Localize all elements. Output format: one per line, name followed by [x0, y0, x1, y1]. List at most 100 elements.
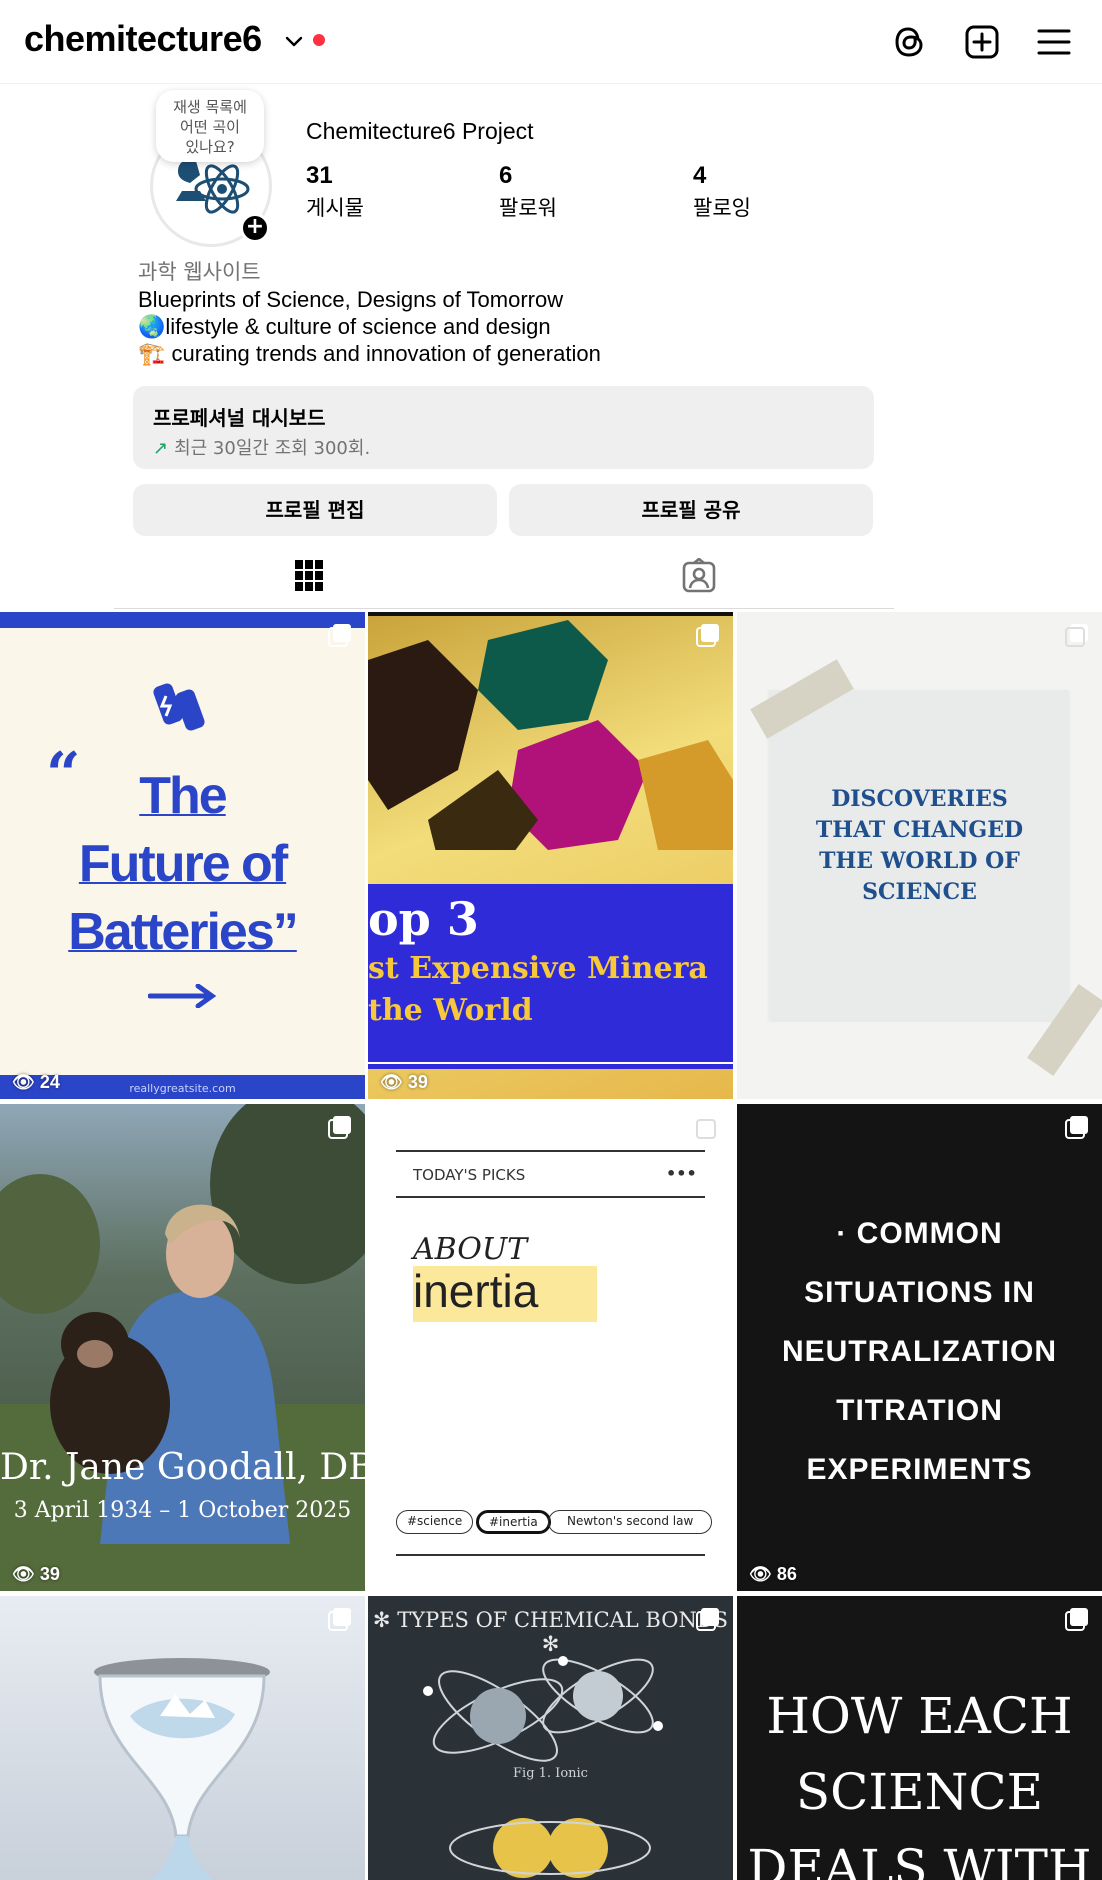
headline-line: THAT CHANGED	[815, 817, 1024, 843]
headline-line: TITRATION	[836, 1394, 1003, 1427]
post-headline: Dr. Jane Goodall, DBE	[0, 1447, 365, 1488]
tile-border-top	[0, 612, 365, 628]
bio-line: Blueprints of Science, Designs of Tomorr…	[138, 287, 564, 312]
bio-line: 🌏lifestyle & culture of science and desi…	[138, 314, 551, 339]
note-bubble[interactable]: 재생 목록에 어떤 곡이 있나요?	[156, 90, 264, 162]
headline-line: st Expensive Minera	[368, 951, 708, 986]
tag-chip: #inertia	[476, 1510, 551, 1534]
post-headline: HOW EACH SCIENCE DEALS WITH	[737, 1678, 1102, 1880]
stat-following-label: 팔로잉	[693, 196, 751, 220]
post-tile[interactable]: Dr. Jane Goodall, DBE 3 April 1934 – 1 O…	[0, 1104, 365, 1591]
divider	[368, 1062, 733, 1064]
post-tile[interactable]: TODAY'S PICKS ••• ABOUT inertia #science…	[368, 1104, 733, 1591]
multi-post-icon	[696, 1608, 719, 1631]
headline-line: THE WORLD OF	[819, 848, 1020, 874]
divider	[396, 1196, 705, 1198]
grid-icon[interactable]	[287, 554, 331, 598]
view-count-value: 86	[776, 1564, 797, 1584]
post-tile[interactable]: · COMMON SITUATIONS IN NEUTRALIZATION TI…	[737, 1104, 1102, 1591]
edit-profile-button[interactable]: 프로필 편집	[133, 484, 497, 536]
view-count-value: 24	[39, 1072, 60, 1092]
tag-chip: #science	[396, 1510, 474, 1534]
stat-posts[interactable]: 31 게시물	[306, 162, 364, 222]
post-subtitle: 3 April 1934 – 1 October 2025	[13, 1498, 352, 1523]
stat-following-value: 4	[693, 162, 707, 189]
divider	[396, 1150, 705, 1152]
profile-bio: Blueprints of Science, Designs of Tomorr…	[138, 286, 601, 367]
posts-grid: “ The Future of Batteries” reallygreatsi…	[0, 612, 1102, 1880]
post-tile[interactable]: “ The Future of Batteries” reallygreatsi…	[0, 612, 365, 1099]
post-tile[interactable]	[0, 1596, 365, 1880]
headline-line: the World	[368, 993, 533, 1028]
threads-icon[interactable]	[888, 20, 932, 64]
tag-chip: Newton's second law	[548, 1510, 713, 1534]
multi-post-icon	[328, 1608, 351, 1631]
professional-dashboard[interactable]: 프로페셔널 대시보드 ↗ 최근 30일간 조회 300회.	[133, 386, 874, 469]
view-count-value: 39	[407, 1072, 428, 1092]
chevron-down-icon[interactable]	[283, 30, 305, 52]
profile-display-name: Chemitecture6 Project	[306, 118, 534, 144]
stat-followers-label: 팔로워	[499, 196, 557, 220]
multi-post-icon	[328, 1116, 351, 1139]
headline-line: · COMMON	[836, 1217, 1003, 1250]
profile-tabs	[114, 548, 894, 609]
hourglass-image	[94, 1658, 270, 1880]
post-headline: · COMMON SITUATIONS IN NEUTRALIZATION TI…	[737, 1204, 1102, 1499]
post-tile[interactable]: DISCOVERIES THAT CHANGED THE WORLD OF SC…	[737, 612, 1102, 1099]
headline-line: DISCOVERIES	[831, 786, 1008, 812]
post-headline: The Future of Batteries”	[0, 762, 365, 966]
battery-icon	[153, 683, 205, 731]
multi-post-icon	[1065, 1608, 1088, 1631]
headline-line: op 3	[368, 892, 479, 946]
multi-post-icon	[696, 624, 719, 647]
view-count: 👁 24	[12, 1072, 60, 1092]
dashboard-title: 프로페셔널 대시보드	[153, 406, 326, 430]
stat-followers[interactable]: 6 팔로워	[499, 162, 557, 222]
divider	[396, 1554, 705, 1556]
headline-line: NEUTRALIZATION	[781, 1335, 1058, 1368]
username[interactable]: chemitecture6	[24, 18, 262, 60]
multi-post-icon	[1065, 1116, 1088, 1139]
more-dots-icon: •••	[666, 1164, 697, 1183]
profile-category: 과학 웹사이트	[138, 260, 261, 284]
dashboard-subtitle: ↗ 최근 30일간 조회 300회.	[153, 434, 370, 460]
share-profile-button[interactable]: 프로필 공유	[509, 484, 873, 536]
figure-caption: Fig 1. Ionic	[513, 1766, 588, 1781]
post-headline: op 3 st Expensive Minera the World	[368, 892, 733, 1030]
headline-line: HOW EACH	[766, 1687, 1073, 1745]
post-tile[interactable]: ✻ TYPES OF CHEMICAL BONDS ✻ Fig 1. Ionic	[368, 1596, 733, 1880]
headline-line: SITUATIONS IN	[804, 1276, 1035, 1309]
add-story-icon[interactable]: +	[240, 213, 270, 243]
view-count: 👁 39	[380, 1072, 428, 1092]
post-tile[interactable]: HOW EACH SCIENCE DEALS WITH	[737, 1596, 1102, 1880]
headline-line: DEALS WITH	[747, 1839, 1092, 1880]
tagged-icon[interactable]	[677, 554, 721, 598]
headline-line: The	[139, 767, 227, 825]
view-count-value: 39	[39, 1564, 60, 1584]
multi-post-icon	[696, 1116, 719, 1139]
arrow-right-icon	[148, 984, 217, 1008]
stat-posts-label: 게시물	[306, 196, 364, 220]
headline-line: SCIENCE	[795, 1763, 1044, 1821]
multi-post-icon	[1065, 624, 1088, 647]
headline-line: EXPERIMENTS	[806, 1453, 1033, 1486]
stat-followers-value: 6	[499, 162, 513, 189]
chemical-bonds-illustration	[423, 1656, 663, 1878]
create-icon[interactable]	[960, 20, 1004, 64]
notification-dot	[313, 34, 325, 46]
post-about: ABOUT	[413, 1232, 528, 1267]
multi-post-icon	[328, 624, 351, 647]
stat-posts-value: 31	[306, 162, 333, 189]
trend-up-icon: ↗	[153, 438, 169, 459]
stat-following[interactable]: 4 팔로잉	[693, 162, 751, 222]
headline-line: Future of	[78, 835, 288, 893]
gemstones-image	[368, 620, 733, 850]
post-headline: DISCOVERIES THAT CHANGED THE WORLD OF SC…	[737, 784, 1102, 908]
post-headline-text: TYPES OF CHEMICAL BONDS	[397, 1608, 729, 1632]
post-headline: inertia	[413, 1265, 539, 1317]
post-tile[interactable]: op 3 st Expensive Minera the World 👁 39	[368, 612, 733, 1099]
headline-line: Batteries”	[68, 903, 299, 961]
bio-line: 🏗️ curating trends and innovation of gen…	[138, 341, 601, 366]
menu-icon[interactable]	[1032, 20, 1076, 64]
dashboard-subtitle-text: 최근 30일간 조회 300회.	[174, 438, 371, 459]
